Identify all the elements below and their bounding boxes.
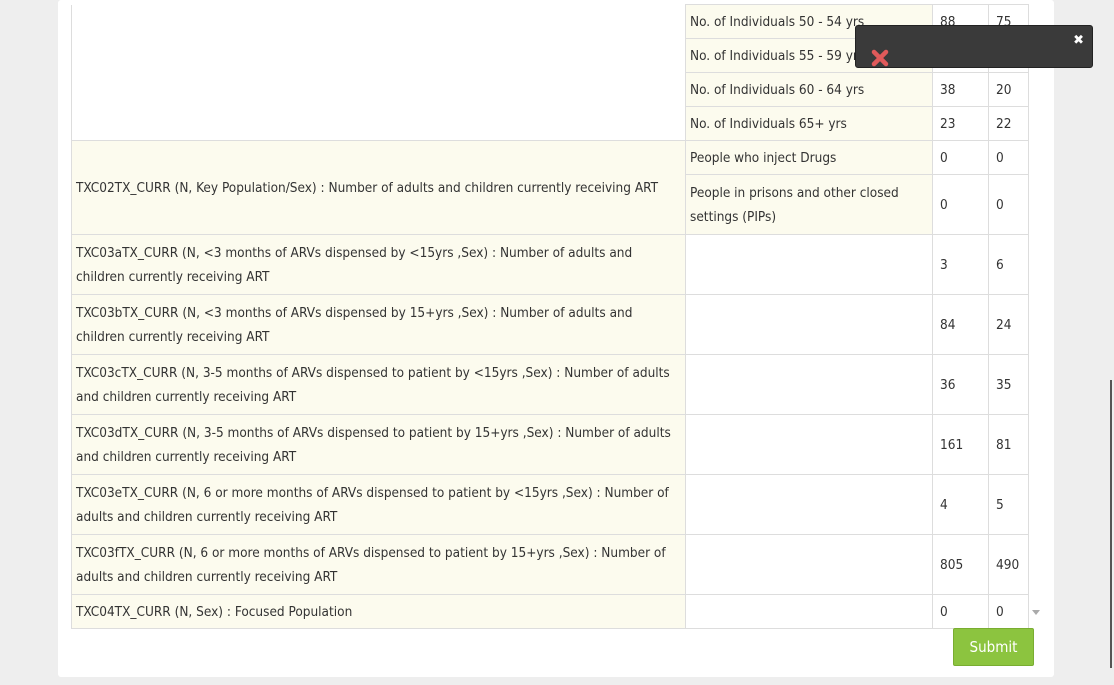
indicator-label: TXC03cTX_CURR (N, 3-5 months of ARVs dis… <box>71 354 686 415</box>
indicator-label: TXC03fTX_CURR (N, 6 or more months of AR… <box>71 534 686 595</box>
value-cell[interactable]: 6 <box>988 234 1029 295</box>
table-row: TXC04TX_CURR (N, Sex) : Focused Populati… <box>71 594 1029 629</box>
disaggregate-empty <box>685 234 933 295</box>
table-row: TXC03bTX_CURR (N, <3 months of ARVs disp… <box>71 294 1029 355</box>
disaggregate-label: People in prisons and other closed setti… <box>685 174 933 235</box>
disaggregate-empty <box>685 414 933 475</box>
scroll-down-icon[interactable] <box>1032 610 1040 615</box>
value-cell[interactable]: 0 <box>932 594 989 629</box>
disaggregate-empty <box>685 354 933 415</box>
indicator-label: TXC02TX_CURR (N, Key Population/Sex) : N… <box>71 140 686 235</box>
value-cell[interactable]: 0 <box>932 174 989 235</box>
disaggregate-empty <box>685 474 933 535</box>
disaggregate-empty <box>685 594 933 629</box>
indicator-label: TXC03bTX_CURR (N, <3 months of ARVs disp… <box>71 294 686 355</box>
disaggregate-label: No. of Individuals 65+ yrs <box>685 106 933 141</box>
table-row: TXC03dTX_CURR (N, 3-5 months of ARVs dis… <box>71 414 1029 475</box>
table-row: TXC03aTX_CURR (N, <3 months of ARVs disp… <box>71 234 1029 295</box>
value-cell[interactable]: 81 <box>988 414 1029 475</box>
value-cell[interactable]: 38 <box>932 72 989 107</box>
scrollbar-track[interactable] <box>1110 380 1112 668</box>
disaggregate-label: People who inject Drugs <box>685 140 933 175</box>
value-cell[interactable]: 84 <box>932 294 989 355</box>
indicator-table: No. of Individuals 50 - 54 yrs 88 75 No.… <box>71 4 1029 629</box>
value-cell[interactable]: 22 <box>988 106 1029 141</box>
indicator-label: TXC04TX_CURR (N, Sex) : Focused Populati… <box>71 594 686 629</box>
value-cell[interactable]: 0 <box>988 594 1029 629</box>
indicator-label: TXC03aTX_CURR (N, <3 months of ARVs disp… <box>71 234 686 295</box>
value-cell[interactable]: 23 <box>932 106 989 141</box>
value-cell[interactable]: 20 <box>988 72 1029 107</box>
value-cell[interactable]: 490 <box>988 534 1029 595</box>
value-cell[interactable]: 805 <box>932 534 989 595</box>
value-cell[interactable]: 4 <box>932 474 989 535</box>
value-cell[interactable]: 24 <box>988 294 1029 355</box>
value-cell[interactable]: 0 <box>988 140 1029 175</box>
indicator-cell-empty <box>71 4 686 141</box>
value-cell[interactable]: 161 <box>932 414 989 475</box>
disaggregate-empty <box>685 294 933 355</box>
value-cell[interactable]: 0 <box>988 174 1029 235</box>
value-cell[interactable]: 36 <box>932 354 989 415</box>
remove-icon[interactable] <box>871 49 889 67</box>
indicator-label: TXC03dTX_CURR (N, 3-5 months of ARVs dis… <box>71 414 686 475</box>
value-cell[interactable]: 0 <box>932 140 989 175</box>
table-row: TXC03fTX_CURR (N, 6 or more months of AR… <box>71 534 1029 595</box>
disaggregate-label: No. of Individuals 60 - 64 yrs <box>685 72 933 107</box>
notification-bar: ✖ <box>855 25 1093 68</box>
table-row: TXC03eTX_CURR (N, 6 or more months of AR… <box>71 474 1029 535</box>
value-cell[interactable]: 3 <box>932 234 989 295</box>
submit-button[interactable]: Submit <box>953 628 1034 666</box>
table-row: TXC02TX_CURR (N, Key Population/Sex) : N… <box>71 140 1029 235</box>
indicator-label: TXC03eTX_CURR (N, 6 or more months of AR… <box>71 474 686 535</box>
value-cell[interactable]: 35 <box>988 354 1029 415</box>
disaggregate-empty <box>685 534 933 595</box>
value-cell[interactable]: 5 <box>988 474 1029 535</box>
table-row: TXC03cTX_CURR (N, 3-5 months of ARVs dis… <box>71 354 1029 415</box>
close-icon[interactable]: ✖ <box>1073 34 1084 48</box>
